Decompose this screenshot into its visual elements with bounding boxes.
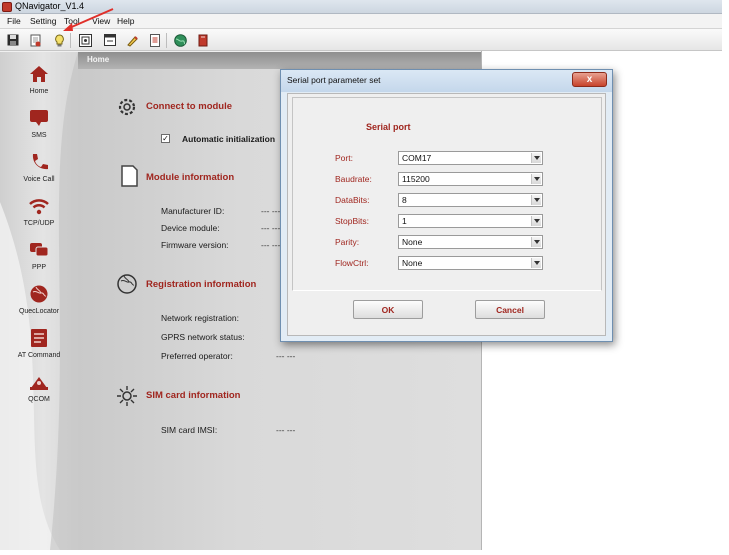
flowctrl-label: FlowCtrl: bbox=[335, 258, 369, 268]
cancel-button[interactable]: Cancel bbox=[475, 300, 545, 319]
gear-icon bbox=[118, 98, 136, 116]
sidebar-item-label: SMS bbox=[31, 132, 47, 139]
chevron-down-icon[interactable] bbox=[531, 258, 541, 268]
sidebar-item-label: TCP/UDP bbox=[23, 220, 55, 227]
phone-icon bbox=[28, 151, 50, 173]
sidebar-item-qcom[interactable]: QCOM bbox=[6, 371, 72, 415]
parity-value: None bbox=[402, 237, 423, 247]
save-icon[interactable] bbox=[6, 33, 20, 47]
app-icon bbox=[2, 2, 12, 12]
home-title: Home bbox=[87, 55, 110, 64]
chevron-down-icon[interactable] bbox=[531, 153, 541, 163]
connect-section-title: Connect to module bbox=[146, 101, 233, 112]
qcom-icon bbox=[28, 371, 50, 393]
baudrate-select[interactable]: 115200 bbox=[398, 172, 543, 186]
manufacturer-id-value: --- --- bbox=[261, 206, 281, 216]
dialog-body: Serial port Port: COM17 Baudrate: 115200… bbox=[287, 93, 606, 336]
module-section-title: Module information bbox=[146, 172, 235, 183]
globe-icon bbox=[28, 283, 50, 305]
sidebar-item-home[interactable]: Home bbox=[6, 63, 72, 107]
open-icon[interactable] bbox=[28, 33, 42, 47]
serial-port-group-title: Serial port bbox=[366, 122, 411, 132]
databits-label: DataBits: bbox=[335, 195, 370, 205]
firmware-version-value: --- --- bbox=[261, 240, 281, 250]
document-icon bbox=[121, 165, 138, 187]
sim-imsi-label: SIM card IMSI: bbox=[161, 425, 218, 435]
menu-setting[interactable]: Setting bbox=[30, 16, 56, 26]
auto-init-label: Automatic initialization bbox=[182, 134, 276, 144]
sidebar-item-label: Home bbox=[29, 88, 49, 95]
device-module-value: --- --- bbox=[261, 223, 281, 233]
menu-help[interactable]: Help bbox=[117, 16, 134, 26]
chevron-down-icon[interactable] bbox=[531, 216, 541, 226]
databits-value: 8 bbox=[402, 195, 407, 205]
sidebar-item-sms[interactable]: SMS bbox=[6, 107, 72, 151]
document-icon[interactable] bbox=[148, 33, 162, 47]
annotation-arrow bbox=[63, 8, 114, 31]
dialog-title: Serial port parameter set bbox=[287, 75, 381, 85]
sidebar-item-label: QuecLocator bbox=[18, 308, 60, 315]
port-value: COM17 bbox=[402, 153, 432, 163]
globe-icon[interactable] bbox=[173, 33, 187, 47]
sms-icon bbox=[28, 107, 50, 129]
chevron-down-icon[interactable] bbox=[531, 174, 541, 184]
close-icon: x bbox=[586, 74, 593, 85]
preferred-operator-label: Preferred operator: bbox=[161, 351, 233, 361]
sidebar-item-label: AT Command bbox=[17, 352, 61, 359]
parity-select[interactable]: None bbox=[398, 235, 543, 249]
chevron-down-icon[interactable] bbox=[531, 237, 541, 247]
wifi-icon bbox=[28, 195, 50, 217]
baudrate-value: 115200 bbox=[402, 174, 430, 184]
sidebar: Home SMS Voice Call TCP/UDP PPP QuecLoca… bbox=[0, 52, 78, 550]
flowctrl-select[interactable]: None bbox=[398, 256, 543, 270]
sidebar-item-queclocator[interactable]: QuecLocator bbox=[6, 283, 72, 327]
ppp-icon bbox=[28, 239, 50, 261]
baudrate-label: Baudrate: bbox=[335, 174, 372, 184]
stopbits-select[interactable]: 1 bbox=[398, 214, 543, 228]
stopbits-value: 1 bbox=[402, 216, 407, 226]
sidebar-item-tcp-udp[interactable]: TCP/UDP bbox=[6, 195, 72, 239]
toolbar-separator bbox=[166, 33, 167, 48]
menu-file[interactable]: File bbox=[7, 16, 21, 26]
chevron-down-icon[interactable] bbox=[531, 195, 541, 205]
registration-section-title: Registration information bbox=[146, 279, 257, 290]
port-select[interactable]: COM17 bbox=[398, 151, 543, 165]
preferred-operator-value: --- --- bbox=[276, 351, 296, 361]
port-label: Port: bbox=[335, 153, 353, 163]
sidebar-item-ppp[interactable]: PPP bbox=[6, 239, 72, 283]
sidebar-item-at-command[interactable]: AT Command bbox=[6, 327, 72, 371]
manufacturer-id-label: Manufacturer ID: bbox=[161, 206, 225, 216]
parity-label: Parity: bbox=[335, 237, 360, 247]
flowctrl-value: None bbox=[402, 258, 423, 268]
databits-select[interactable]: 8 bbox=[398, 193, 543, 207]
gprs-status-label: GPRS network status: bbox=[161, 332, 245, 342]
device-module-label: Device module: bbox=[161, 223, 220, 233]
network-registration-label: Network registration: bbox=[161, 313, 239, 323]
stopbits-label: StopBits: bbox=[335, 216, 370, 226]
sim-card-icon bbox=[117, 386, 137, 406]
dialog-title-bar: Serial port parameter set x bbox=[281, 70, 612, 92]
sim-imsi-value: --- --- bbox=[276, 425, 296, 435]
sidebar-item-label: Voice Call bbox=[23, 176, 55, 183]
firmware-version-label: Firmware version: bbox=[161, 240, 229, 250]
ok-button[interactable]: OK bbox=[353, 300, 423, 319]
globe-icon bbox=[117, 274, 137, 294]
sim-section-title: SIM card information bbox=[146, 390, 241, 401]
home-header: Home bbox=[78, 52, 481, 69]
edit-icon[interactable] bbox=[125, 33, 139, 47]
serial-port-dialog: Serial port parameter set x Serial port … bbox=[280, 69, 613, 342]
at-command-icon bbox=[28, 327, 50, 349]
book-icon[interactable] bbox=[196, 33, 210, 47]
sidebar-item-label: PPP bbox=[31, 264, 46, 271]
home-icon bbox=[28, 63, 50, 85]
close-button[interactable]: x bbox=[572, 72, 607, 87]
sidebar-item-label: QCOM bbox=[28, 396, 50, 403]
sidebar-item-voice-call[interactable]: Voice Call bbox=[6, 151, 72, 195]
auto-init-checkbox[interactable]: ✓ bbox=[161, 134, 170, 143]
